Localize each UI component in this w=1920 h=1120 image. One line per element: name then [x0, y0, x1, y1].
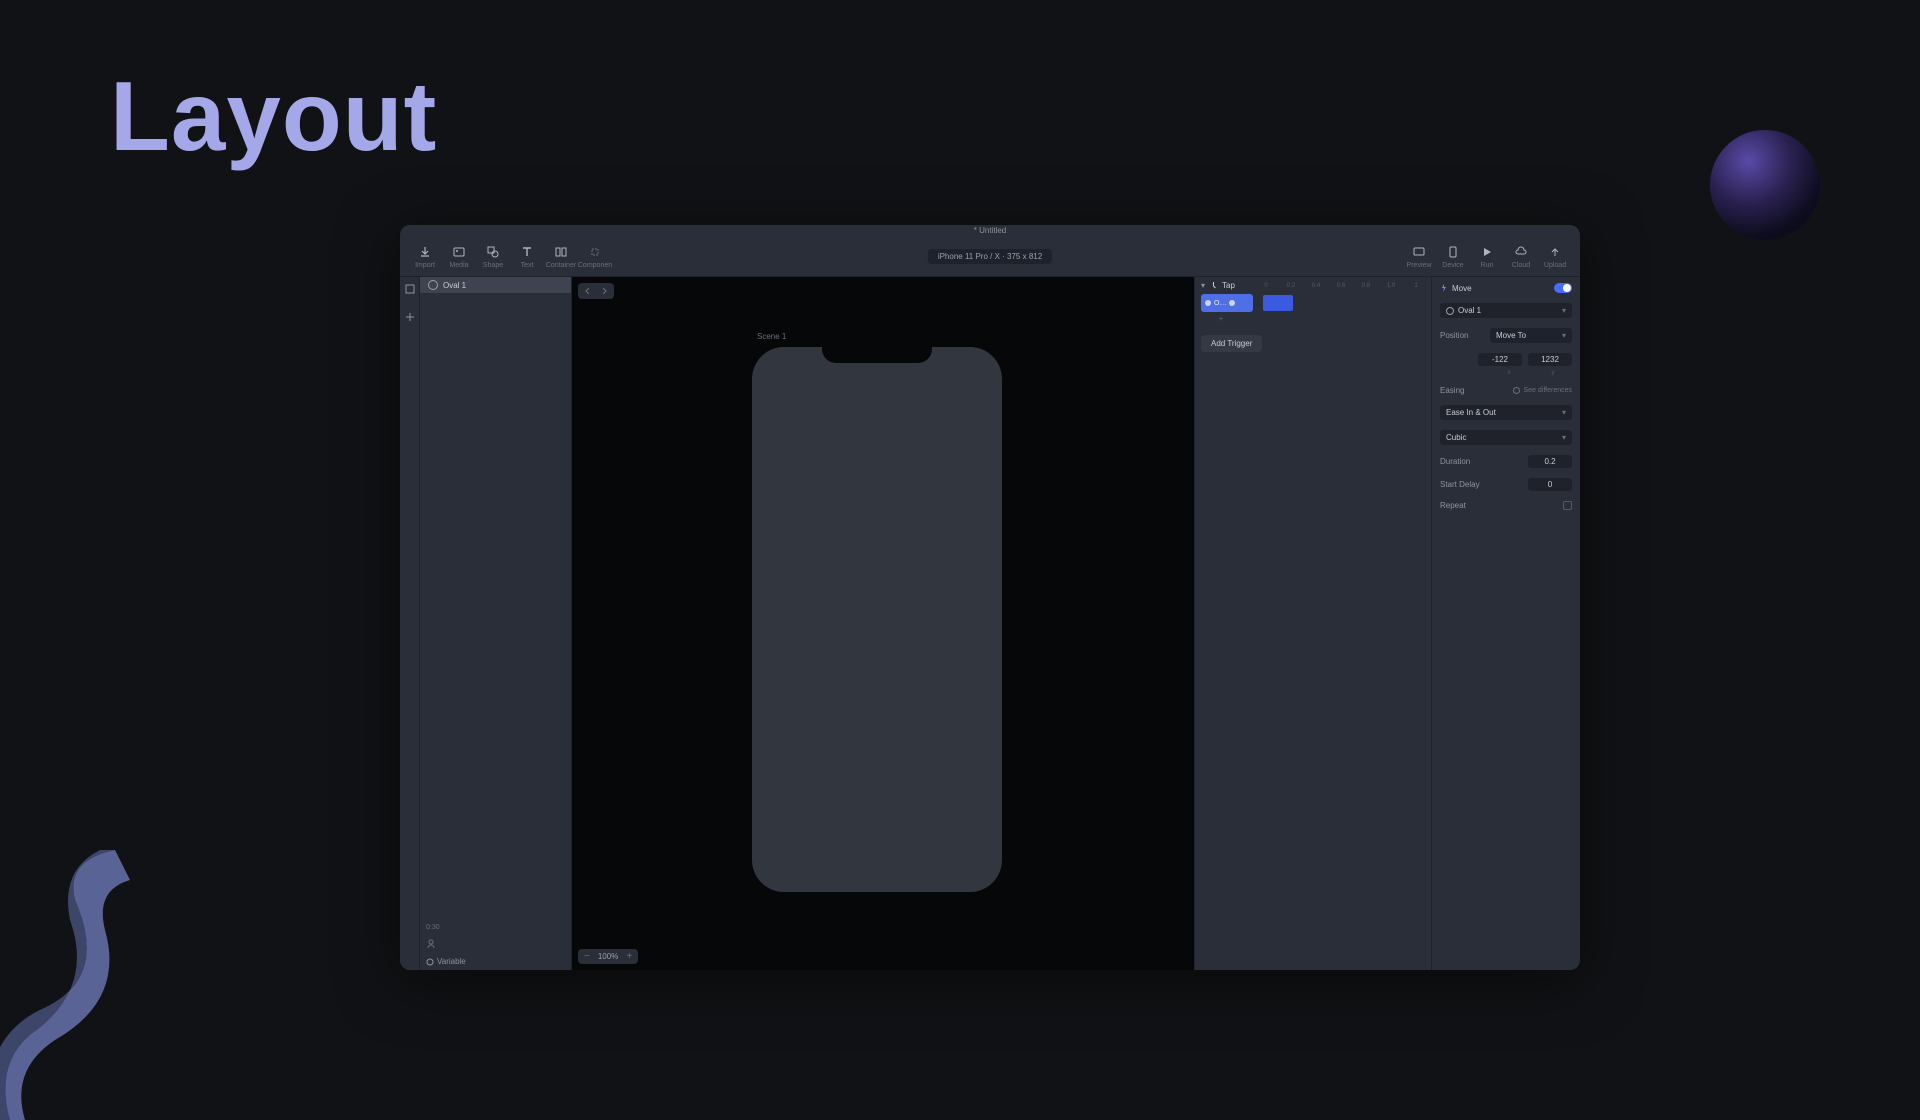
shape-icon [485, 244, 501, 260]
action-title: Move [1440, 284, 1472, 293]
delay-label: Start Delay [1440, 480, 1484, 489]
window-title: * Untitled [400, 225, 1580, 237]
history-nav [578, 283, 614, 299]
tap-icon [1209, 281, 1218, 290]
container-icon [553, 244, 569, 260]
oval-icon [1446, 307, 1454, 315]
zoom-in-button[interactable]: + [626, 951, 632, 962]
zoom-out-button[interactable]: − [584, 951, 590, 962]
variable-button[interactable]: Variable [426, 957, 565, 966]
rail-add-button[interactable] [404, 311, 416, 323]
timecode: 0:30 [426, 924, 565, 931]
forward-button[interactable] [598, 285, 610, 297]
media-icon [451, 244, 467, 260]
toolbar-text-button[interactable]: Text [510, 244, 544, 269]
timeline-add-key[interactable]: + [1201, 316, 1425, 323]
toolbar-media-button[interactable]: Media [442, 244, 476, 269]
zoom-control: − 100% + [578, 949, 638, 964]
page-title: Layout [110, 60, 437, 173]
import-icon [417, 244, 433, 260]
rail-layers-button[interactable] [404, 283, 416, 295]
text-icon [519, 244, 535, 260]
chevron-down-icon: ▾ [1562, 306, 1566, 315]
position-x-input[interactable]: -122 [1478, 353, 1522, 366]
toolbar: Import Media Shape Text Container Compon… [400, 237, 1580, 277]
toolbar-upload-button[interactable]: Upload [1538, 244, 1572, 269]
upload-icon [1547, 244, 1563, 260]
easing-label: Easing [1440, 386, 1484, 395]
timeline-object-label: O… [1214, 300, 1226, 307]
toolbar-import-button[interactable]: Import [408, 244, 442, 269]
layer-label: Oval 1 [443, 281, 466, 290]
canvas[interactable]: Scene 1 − 100% + [572, 277, 1194, 970]
trigger-label[interactable]: Tap [1222, 281, 1235, 290]
variable-label: Variable [437, 957, 466, 966]
info-icon [1513, 387, 1520, 394]
layers-icon [404, 283, 416, 295]
see-differences-link[interactable]: See differences [1513, 387, 1572, 394]
action-toggle[interactable] [1554, 283, 1572, 293]
run-icon [1479, 244, 1495, 260]
easing-curve-select[interactable]: Ease In & Out ▾ [1440, 405, 1572, 420]
back-button[interactable] [582, 285, 594, 297]
chevron-down-icon: ▾ [1562, 433, 1566, 442]
toolbar-run-button[interactable]: Run [1470, 244, 1504, 269]
layer-item[interactable]: Oval 1 [420, 277, 571, 293]
toolbar-container-button[interactable]: Container [544, 244, 578, 269]
layers-footer: 0:30 Variable [420, 920, 571, 970]
decor-ribbon [0, 840, 190, 1120]
toolbar-devices-button[interactable]: Device [1436, 244, 1470, 269]
repeat-checkbox[interactable] [1563, 501, 1572, 510]
decor-sphere [1710, 130, 1820, 240]
layers-panel: Oval 1 0:30 Variable [420, 277, 572, 970]
toolbar-component-button[interactable]: Componen [578, 244, 612, 269]
device-frame[interactable] [752, 347, 1002, 892]
zoom-value[interactable]: 100% [598, 952, 618, 961]
easing-style-select[interactable]: Cubic ▾ [1440, 430, 1572, 445]
timeline-ruler: 0 0.2 0.4 0.6 0.8 1.0 1 [1257, 283, 1425, 289]
chevron-down-icon: ▾ [1562, 408, 1566, 417]
devices-icon [1445, 244, 1461, 260]
cloud-icon [1513, 244, 1529, 260]
move-icon [1440, 284, 1448, 292]
position-mode-select[interactable]: Move To ▾ [1490, 328, 1572, 343]
gear-icon [426, 958, 434, 966]
component-icon [587, 244, 603, 260]
position-label: Position [1440, 331, 1484, 340]
keyframe-icon [1229, 300, 1235, 306]
position-y-input[interactable]: 1232 [1528, 353, 1572, 366]
oval-icon [1205, 300, 1211, 306]
plus-icon [404, 311, 416, 323]
device-notch [822, 347, 932, 363]
inspector-panel: Move Oval 1 ▾ Position Move To ▾ [1432, 277, 1580, 970]
repeat-label: Repeat [1440, 501, 1484, 510]
chevron-down-icon[interactable]: ▾ [1201, 281, 1205, 290]
timeline-object[interactable]: O… [1201, 294, 1253, 312]
left-rail [400, 277, 420, 970]
add-trigger-button[interactable]: Add Trigger [1201, 335, 1262, 352]
chevron-down-icon: ▾ [1562, 331, 1566, 340]
device-selector[interactable]: iPhone 11 Pro / X · 375 x 812 [928, 249, 1052, 264]
app-window: * Untitled Import Media Shape Text Conta [400, 225, 1580, 970]
duration-label: Duration [1440, 457, 1484, 466]
toolbar-preview-button[interactable]: Preview [1402, 244, 1436, 269]
duration-input[interactable]: 0.2 [1528, 455, 1572, 468]
oval-icon [428, 280, 438, 290]
timeline-clip[interactable] [1263, 295, 1293, 311]
preview-icon [1411, 244, 1427, 260]
target-select[interactable]: Oval 1 ▾ [1440, 303, 1572, 318]
timeline-panel: ▾ Tap 0 0.2 0.4 0.6 0.8 1.0 1 [1194, 277, 1432, 970]
toolbar-cloud-button[interactable]: Cloud [1504, 244, 1538, 269]
toolbar-shape-button[interactable]: Shape [476, 244, 510, 269]
user-icon[interactable] [426, 939, 436, 949]
delay-input[interactable]: 0 [1528, 478, 1572, 491]
scene-label[interactable]: Scene 1 [757, 332, 786, 341]
